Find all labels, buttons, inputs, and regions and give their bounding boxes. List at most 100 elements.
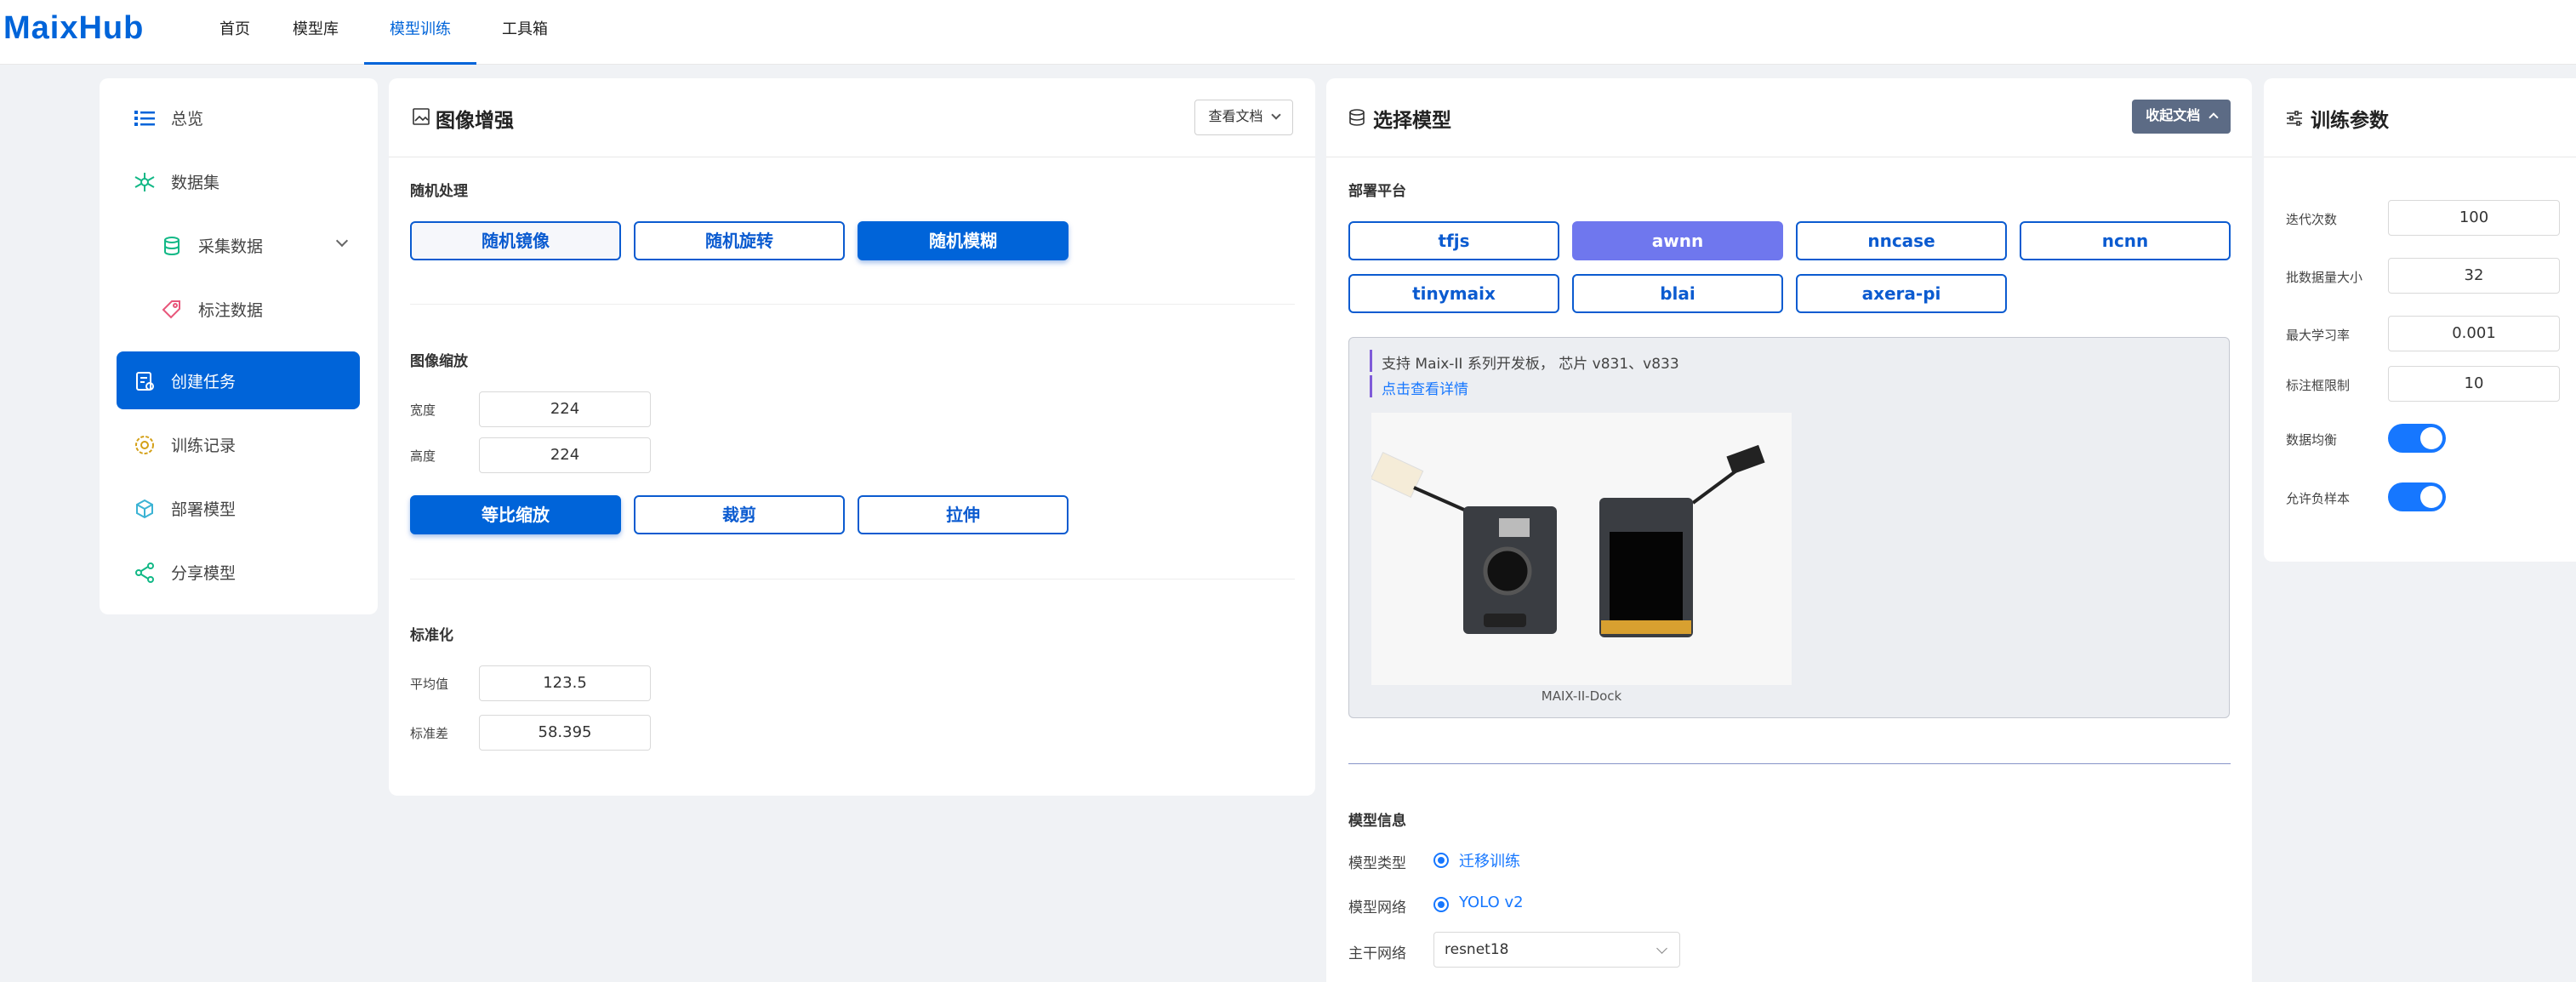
cube-icon [136,499,153,519]
scale-stretch-button[interactable]: 拉伸 [858,495,1069,534]
task-icon [136,372,154,391]
dataset-icon [134,173,155,191]
platform-doc-preview: 支持 Maix-II 系列开发板， 芯片 v831、v833 点击查看详情 MA… [1348,337,2230,718]
platform-tinymaix[interactable]: tinymaix [1348,274,1559,313]
chevron-down-icon [1270,110,1281,120]
negative-samples-label: 允许负样本 [2286,491,2351,506]
sidebar-item-label: 部署模型 [171,500,237,519]
nav-model-library[interactable]: 模型库 [286,0,345,65]
quote-bar [1370,350,1372,372]
model-network-label: 模型网络 [1348,899,1406,916]
batch-size-label: 批数据量大小 [2286,270,2363,285]
view-docs-button[interactable]: 查看文档 [1194,100,1293,135]
divider [1348,763,2231,764]
database-icon [1349,109,1365,126]
data-balance-label: 数据均衡 [2286,432,2338,448]
detail-link[interactable]: 点击查看详情 [1382,377,1468,398]
max-lr-label: 最大学习率 [2286,328,2351,343]
nav-toolbox[interactable]: 工具箱 [493,0,556,65]
maixhub-logo[interactable]: MaixHub [3,10,144,47]
model-network-radio[interactable] [1433,897,1449,912]
nav-model-training[interactable]: 模型训练 [364,0,476,65]
sidebar-item-annotate-data[interactable]: 标注数据 [117,280,360,338]
panel-title: 选择模型 [1373,110,1451,132]
image-augment-panel: 图像增强 查看文档 随机处理 随机镜像 随机旋转 随机模糊 图像缩放 宽度 22… [389,78,1315,796]
platform-blai[interactable]: blai [1572,274,1783,313]
height-label: 高度 [410,448,436,464]
negative-samples-toggle[interactable] [2388,482,2446,511]
sidebar-item-label: 采集数据 [198,237,264,256]
divider [410,304,1295,305]
mean-label: 平均值 [410,677,449,692]
sidebar-item-collect-data[interactable]: 采集数据 [117,216,360,274]
sidebar-item-label: 数据集 [171,173,220,192]
sidebar-item-share-model[interactable]: 分享模型 [117,543,360,601]
sidebar-item-overview[interactable]: 总览 [117,88,360,146]
training-params-panel: 训练参数 迭代次数 100 批数据量大小 32 最大学习率 0.001 标注框限… [2264,78,2576,562]
tag-icon [162,300,180,319]
backbone-label: 主干网络 [1348,945,1406,962]
platform-awnn[interactable]: awnn [1572,221,1783,260]
scale-crop-button[interactable]: 裁剪 [634,495,845,534]
mean-input[interactable]: 123.5 [479,665,651,701]
model-type-value[interactable]: 迁移训练 [1459,849,1520,871]
batch-size-input[interactable]: 32 [2388,258,2560,294]
maix-ii-dock-board-illustration [1370,444,1765,637]
sidebar: 总览 数据集 采集数据 标注数据 创建任务 训练记录 部署模型 分享模型 [100,78,378,614]
sidebar-item-label: 总览 [171,109,204,128]
random-blur-button[interactable]: 随机模糊 [858,221,1069,260]
iterations-label: 迭代次数 [2286,212,2338,227]
platform-nncase[interactable]: nncase [1796,221,2007,260]
share-icon [135,562,154,583]
data-balance-toggle[interactable] [2388,424,2446,453]
platform-tfjs[interactable]: tfjs [1348,221,1559,260]
sidebar-item-label: 创建任务 [171,372,237,391]
section-label: 标准化 [410,627,453,644]
model-network-value[interactable]: YOLO v2 [1459,894,1524,911]
bbox-limit-input[interactable]: 10 [2388,366,2560,402]
platform-axera-pi[interactable]: axera-pi [1796,274,2007,313]
iterations-input[interactable]: 100 [2388,200,2560,236]
nav-home[interactable]: 首页 [204,0,265,65]
model-type-radio[interactable] [1433,853,1449,868]
height-input[interactable]: 224 [479,437,651,473]
section-label: 图像缩放 [410,353,468,370]
collapse-docs-label: 收起文档 [2146,107,2201,123]
database-icon [164,237,180,256]
sidebar-item-dataset[interactable]: 数据集 [117,152,360,210]
board-image [1370,413,1792,685]
image-icon [413,108,430,125]
random-rotate-button[interactable]: 随机旋转 [634,221,845,260]
sidebar-item-create-task[interactable]: 创建任务 [117,351,360,409]
sidebar-item-label: 训练记录 [171,436,237,455]
select-model-panel: 选择模型 收起文档 部署平台 tfjs awnn nncase ncnn tin… [1326,78,2252,982]
sidebar-item-deploy-model[interactable]: 部署模型 [117,479,360,537]
chevron-down-icon[interactable] [335,234,349,248]
section-label: 模型信息 [1348,813,1406,830]
width-input[interactable]: 224 [479,391,651,427]
sidebar-item-training-records[interactable]: 训练记录 [117,415,360,473]
support-text: 支持 Maix-II 系列开发板， 芯片 v831、v833 [1382,356,1679,373]
scale-keep-ratio-button[interactable]: 等比缩放 [410,495,621,534]
sidebar-item-label: 标注数据 [198,300,264,320]
sliders-icon [2287,111,2302,126]
width-label: 宽度 [410,403,436,418]
collapse-docs-button[interactable]: 收起文档 [2132,100,2231,134]
section-label: 部署平台 [1348,183,1406,200]
backbone-select[interactable]: resnet18 [1433,932,1680,968]
platform-ncnn[interactable]: ncnn [2020,221,2231,260]
chevron-down-icon [1656,943,1667,954]
sidebar-item-label: 分享模型 [171,563,237,583]
top-navbar: MaixHub 首页 模型库 模型训练 工具箱 [0,0,2576,65]
quote-bar [1370,375,1372,397]
model-type-label: 模型类型 [1348,855,1406,872]
random-mirror-button[interactable]: 随机镜像 [410,221,621,260]
max-lr-input[interactable]: 0.001 [2388,316,2560,351]
std-input[interactable]: 58.395 [479,715,651,751]
section-label: 随机处理 [410,183,468,200]
panel-title: 图像增强 [436,110,514,132]
std-label: 标准差 [410,726,449,741]
chevron-up-icon [2208,112,2219,123]
bbox-limit-label: 标注框限制 [2286,378,2351,393]
backbone-select-value: resnet18 [1445,941,1509,958]
